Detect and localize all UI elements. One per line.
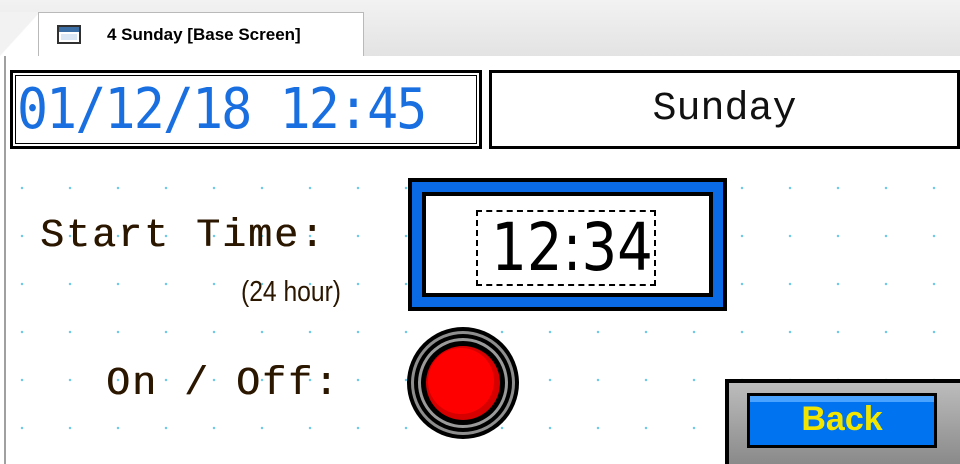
tab-label: 4 Sunday [Base Screen] [107, 25, 301, 44]
back-button[interactable]: Back [725, 379, 960, 464]
start-time-value: 12:34 [491, 209, 653, 286]
day-display: Sunday [489, 70, 960, 149]
back-button-label: Back [801, 400, 883, 438]
start-time-input[interactable]: 12:34 [408, 178, 727, 311]
onoff-lamp-button[interactable] [405, 325, 521, 441]
datetime-text: 01/12/18 12:45 [17, 77, 427, 142]
tab-edge [0, 12, 40, 56]
lamp-indicator [428, 348, 494, 414]
tab-base-screen[interactable]: 4 Sunday [Base Screen] [38, 12, 364, 56]
tab-strip: 4 Sunday [Base Screen] [0, 0, 960, 56]
start-time-label: Start Time: [40, 214, 327, 259]
onoff-label: On / Off: [106, 362, 341, 407]
datetime-display: 01/12/18 12:45 [10, 70, 482, 149]
screen-icon [57, 25, 81, 44]
hour-format-label: (24 hour) [241, 276, 342, 308]
back-button-face: Back [747, 393, 937, 448]
day-text: Sunday [652, 87, 797, 132]
